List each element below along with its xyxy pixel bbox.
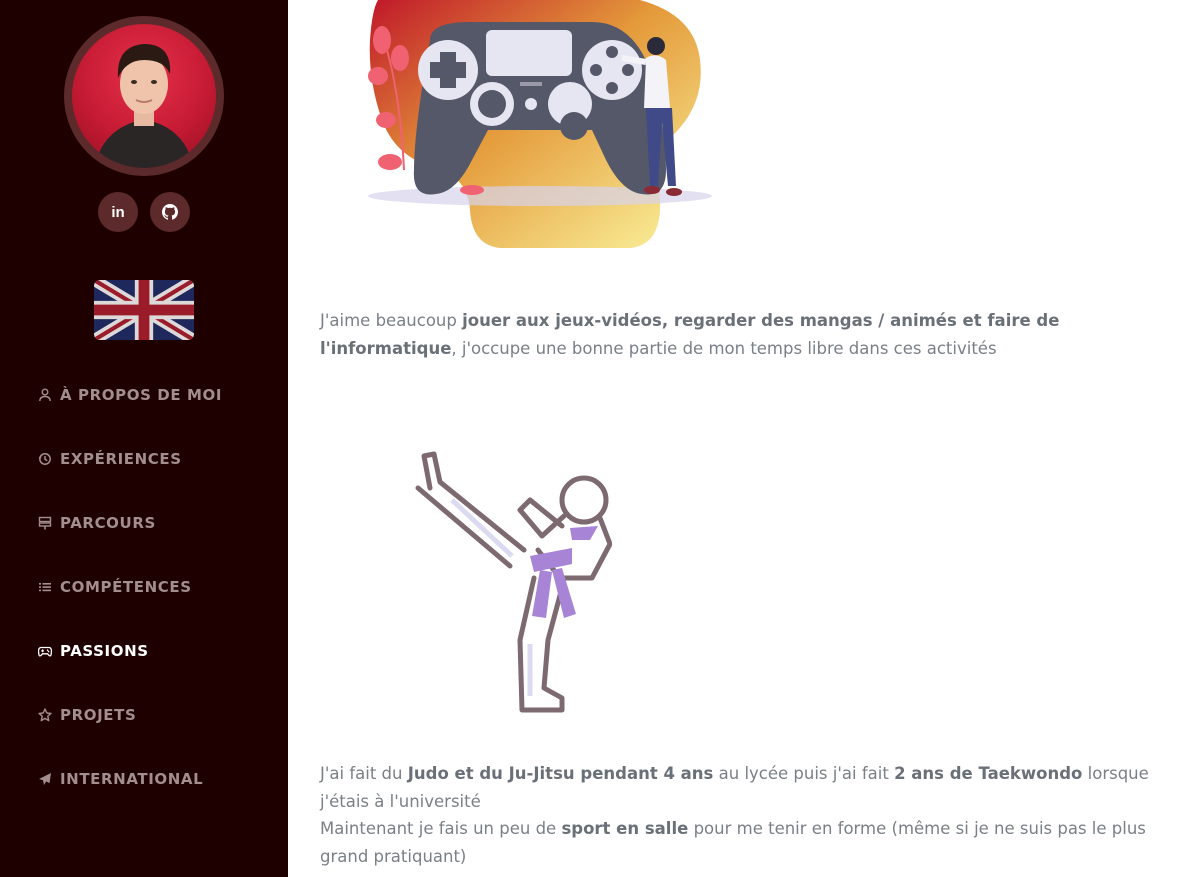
history-icon (38, 453, 51, 465)
nav-label: PROJETS (60, 706, 137, 724)
martial-arts-illustration (415, 451, 612, 713)
main-content: J'aime beaucoup jouer aux jeux-vidéos, r… (288, 0, 1181, 877)
nav-item-experiences[interactable]: EXPÉRIENCES (38, 446, 182, 472)
nav-label: PARCOURS (60, 514, 156, 532)
nav-item-passions[interactable]: PASSIONS (38, 638, 149, 664)
user-icon (39, 388, 51, 402)
gamepad-illustration (368, 0, 712, 248)
uk-flag (94, 280, 194, 340)
star-icon (38, 708, 52, 722)
bold-text: Judo et du Ju-Jitsu pendant 4 ans (407, 764, 714, 783)
text: Maintenant je fais un peu de (320, 819, 562, 838)
github-icon (162, 204, 178, 220)
nav-label: INTERNATIONAL (60, 770, 204, 788)
sidebar: in À PROPOS DE MOI EXPÉRIENCES PARCOURS … (0, 0, 288, 877)
linkedin-icon: in (111, 203, 125, 221)
text: J'aime beaucoup (320, 311, 463, 330)
nav-label: À PROPOS DE MOI (60, 386, 223, 404)
nav-label: COMPÉTENCES (60, 578, 192, 596)
text: , j'occupe une bonne partie de mon temps… (451, 338, 997, 358)
nav-item-projets[interactable]: PROJETS (38, 702, 136, 728)
linkedin-button[interactable]: in (98, 192, 138, 232)
bold-text: sport en salle (561, 819, 689, 838)
text: J'ai fait du (320, 764, 408, 783)
nav-label: EXPÉRIENCES (60, 450, 182, 468)
plane-icon (39, 773, 51, 785)
signpost-icon (38, 516, 52, 530)
github-button[interactable] (150, 192, 190, 232)
nav-label: PASSIONS (60, 642, 149, 660)
nav-item-about[interactable]: À PROPOS DE MOI (38, 382, 222, 408)
passions-paragraph-2: J'ai fait du Judo et du Ju-Jitsu pendant… (320, 760, 1160, 870)
bold-text: 2 ans de Taekwondo (894, 764, 1083, 783)
passions-paragraph-1: J'aime beaucoup jouer aux jeux-vidéos, r… (320, 307, 1160, 362)
list-icon (39, 583, 51, 592)
text: au lycée puis j'ai fait (713, 764, 895, 783)
nav-item-competences[interactable]: COMPÉTENCES (38, 574, 192, 600)
language-flag-button[interactable] (94, 280, 194, 340)
gamepad-icon (38, 646, 52, 657)
nav-item-parcours[interactable]: PARCOURS (38, 510, 156, 536)
profile-photo (72, 24, 216, 168)
avatar (64, 16, 224, 176)
nav-item-international[interactable]: INTERNATIONAL (38, 766, 203, 792)
